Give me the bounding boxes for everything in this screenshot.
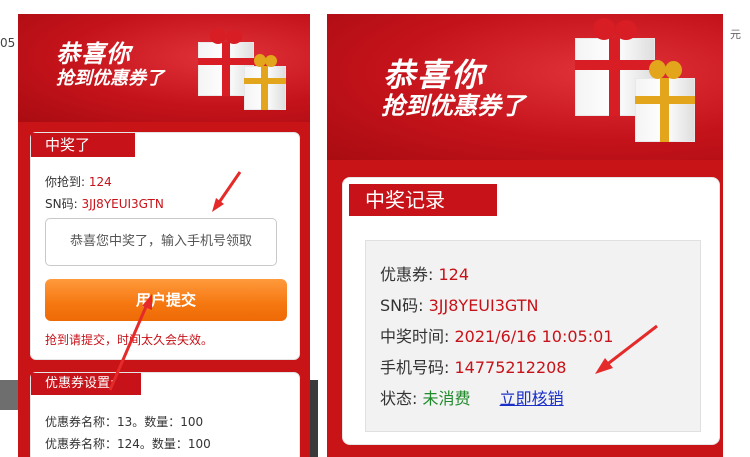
left-phone-screen: 05 恭喜你 抢到优惠券了 中奖了 你抢到: 124 SN码: 3JJ8YEUI…	[0, 0, 318, 457]
composite-screenshot: 05 恭喜你 抢到优惠券了 中奖了 你抢到: 124 SN码: 3JJ8YEUI…	[0, 0, 750, 457]
arrow-icon	[595, 324, 658, 374]
right-phone-screen: 恭喜你 抢到优惠券了 中奖记录 优惠券: 124 SN码: 3JJ8YEUI3G…	[327, 14, 723, 457]
edge-text: 元	[730, 28, 741, 41]
arrow-icon	[108, 171, 242, 391]
